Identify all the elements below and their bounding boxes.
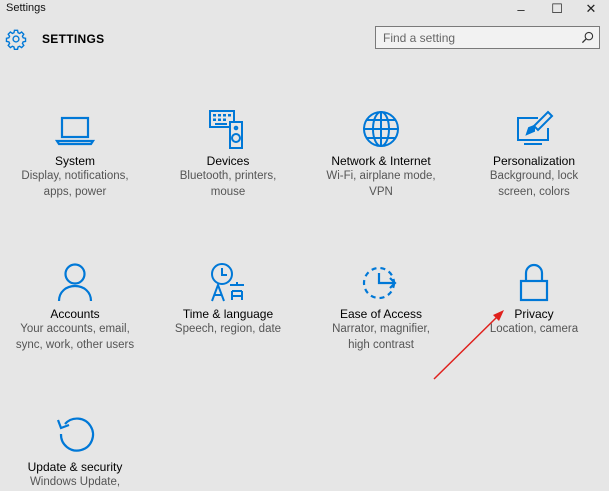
close-button[interactable]: ✕ — [573, 0, 609, 18]
tile-name: Accounts — [50, 307, 100, 321]
tile-desc-line: sync, work, other users — [15, 338, 135, 351]
laptop-icon — [54, 116, 96, 146]
tile-desc-line: mouse — [210, 185, 246, 198]
tile-network-internet[interactable]: Network & Internet Wi-Fi, airplane mode,… — [306, 108, 456, 200]
window-title: Settings — [6, 2, 46, 14]
tile-name: Update & security — [27, 460, 123, 474]
tile-desc-line: high contrast — [348, 338, 414, 351]
tile-desc-line: Background, lock — [489, 170, 579, 182]
tile-devices[interactable]: Devices Bluetooth, printers, mouse — [153, 108, 303, 200]
tile-desc-line: Your accounts, email, — [20, 323, 130, 335]
tile-name: Personalization — [492, 154, 576, 168]
tile-time-language[interactable]: Time & language Speech, region, date — [153, 261, 303, 338]
search-icon[interactable] — [581, 31, 594, 44]
search-box[interactable] — [375, 26, 600, 49]
tile-desc-line: apps, power — [43, 185, 107, 198]
tile-name: Time & language — [182, 307, 274, 321]
tile-desc-line: Bluetooth, printers, — [179, 170, 277, 182]
globe-icon — [363, 111, 399, 147]
maximize-button[interactable]: ☐ — [539, 0, 575, 18]
tile-name: Privacy — [514, 307, 554, 321]
devices-icon — [209, 110, 243, 149]
lock-icon — [519, 263, 549, 302]
annotation-arrow — [433, 310, 504, 380]
tile-update-security[interactable]: Update & security Windows Update, — [0, 414, 150, 491]
ease-of-access-icon — [362, 266, 397, 300]
tile-privacy[interactable]: Privacy Location, camera — [459, 261, 609, 338]
tile-name: Network & Internet — [331, 154, 431, 168]
tile-desc-line: Narrator, magnifier, — [332, 323, 430, 335]
tile-accounts[interactable]: Accounts Your accounts, email, sync, wor… — [0, 261, 150, 353]
time-language-icon — [211, 263, 244, 302]
tile-name: Devices — [206, 154, 250, 168]
page-title: SETTINGS — [42, 32, 105, 46]
gear-icon — [5, 29, 27, 50]
refresh-icon — [56, 417, 95, 452]
tile-name: Ease of Access — [339, 307, 423, 321]
search-input[interactable] — [376, 27, 583, 48]
tile-desc-line: VPN — [369, 185, 393, 198]
tile-personalization[interactable]: Personalization Background, lock screen,… — [459, 108, 609, 200]
person-icon — [57, 263, 93, 302]
tile-desc-line: Display, notifications, — [21, 170, 129, 182]
title-bar: Settings – ☐ ✕ — [0, 0, 609, 18]
paintbrush-icon — [517, 110, 554, 145]
tile-name: System — [54, 154, 95, 168]
tile-desc-line: Location, camera — [489, 323, 579, 335]
tile-desc-line: Speech, region, date — [174, 323, 282, 335]
tile-system[interactable]: System Display, notifications, apps, pow… — [0, 108, 150, 200]
tile-ease-of-access[interactable]: Ease of Access Narrator, magnifier, high… — [306, 261, 456, 353]
tile-desc-line: screen, colors — [498, 185, 570, 198]
tile-desc-line: Windows Update, — [29, 476, 121, 488]
tile-desc-line: Wi-Fi, airplane mode, — [326, 170, 436, 182]
minimize-button[interactable]: – — [503, 0, 539, 18]
